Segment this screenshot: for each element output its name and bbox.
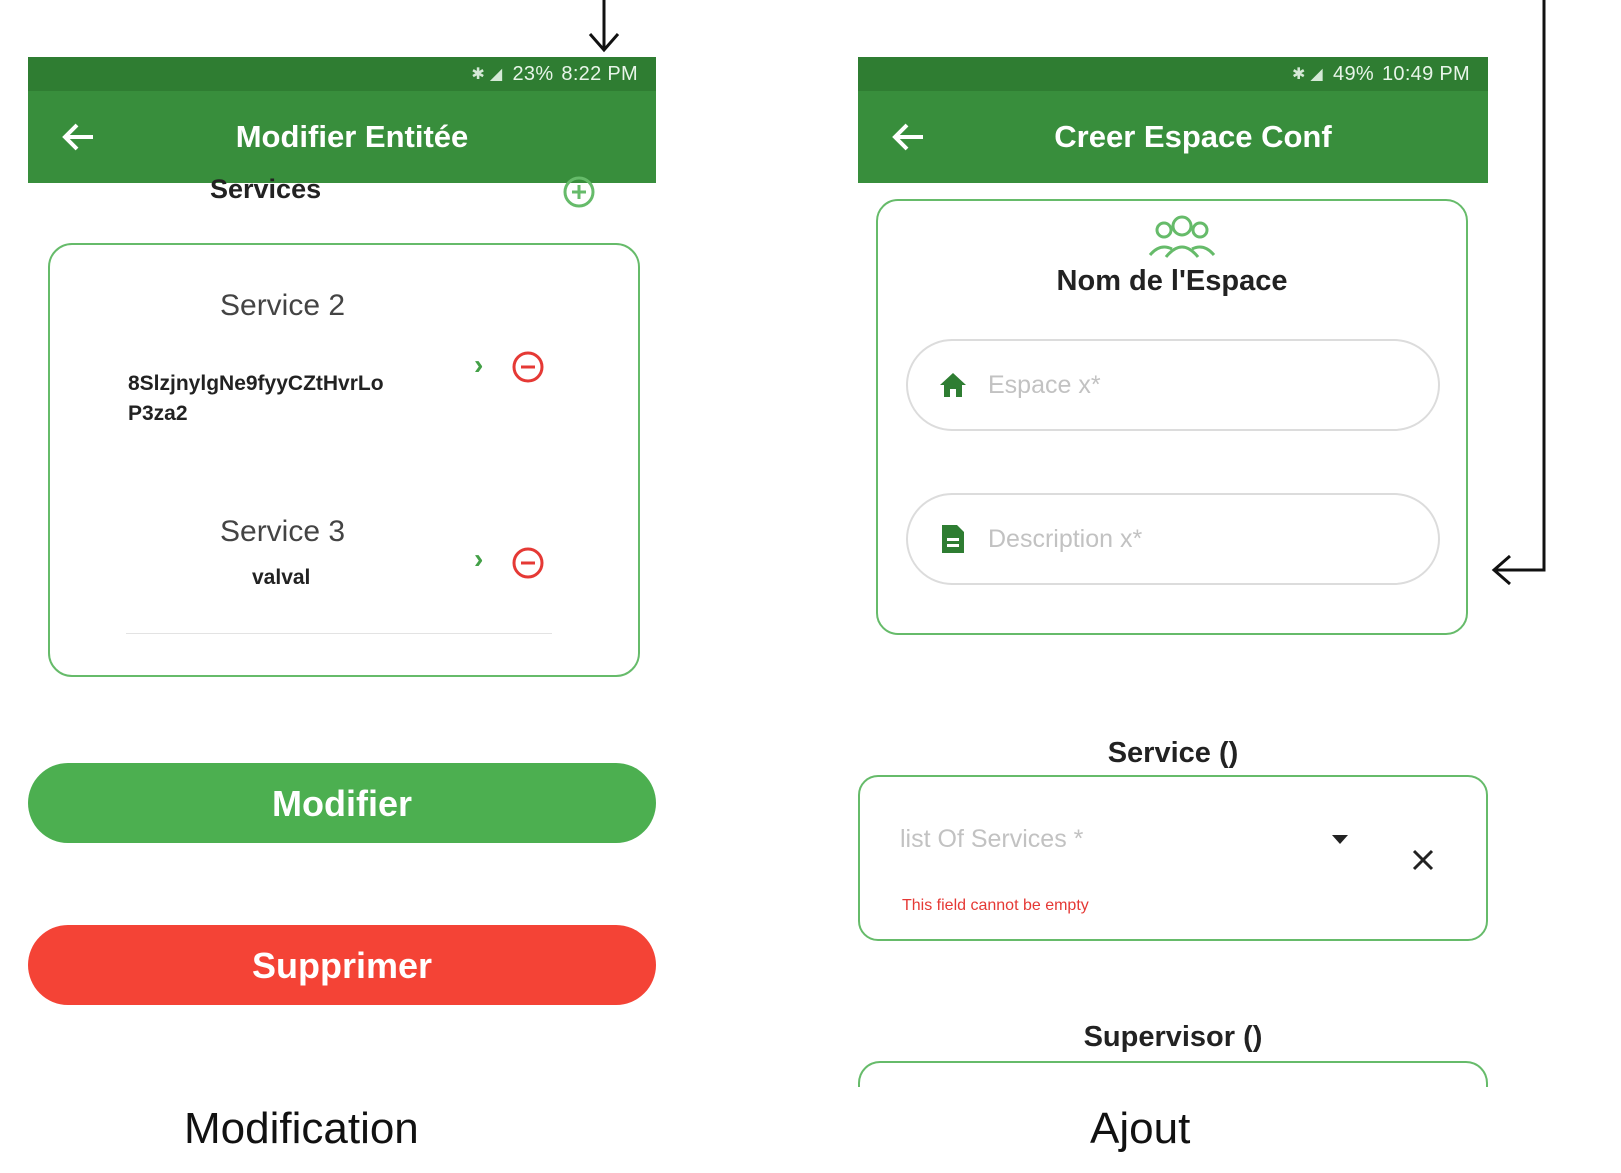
caption-modification: Modification [184, 1104, 419, 1153]
space-name-heading: Nom de l'Espace [1056, 265, 1288, 297]
remove-circle-icon[interactable] [510, 545, 546, 581]
description-placeholder: Description x* [988, 524, 1143, 553]
supervisor-label: Supervisor () [1083, 1021, 1263, 1053]
app-bar: Modifier Entitée [28, 91, 656, 183]
signal-icons: ✱ ◢ [471, 66, 503, 83]
status-time: 10:49 PM [1381, 62, 1470, 85]
space-name-placeholder: Espace x* [988, 370, 1101, 399]
page-title: Creer Espace Conf [1054, 119, 1332, 154]
validation-error: This field cannot be empty [902, 897, 1089, 914]
app-bar: Creer Espace Conf [858, 91, 1488, 183]
add-circle-icon[interactable] [562, 175, 596, 209]
home-icon [936, 368, 970, 402]
space-form-card: Nom de l'Espace Espace x* Description x* [876, 199, 1468, 635]
people-icon [1148, 215, 1216, 258]
battery-level: 23% [512, 62, 554, 85]
delete-button[interactable]: Supprimer [28, 925, 656, 1005]
modify-button[interactable]: Modifier [28, 763, 656, 843]
back-arrow-icon [62, 123, 93, 151]
supervisor-select[interactable] [858, 1061, 1488, 1087]
modify-entity-screen: ✱ ◢ 23% 8:22 PM Modifier Entitée Service… [28, 57, 656, 1087]
service-label: Service () [1107, 737, 1239, 769]
services-label: Services [210, 174, 322, 204]
battery-level: 49% [1333, 62, 1374, 85]
description-input[interactable]: Description x* [906, 493, 1440, 585]
status-bar: ✱ ◢ 49% 10:49 PM [858, 57, 1488, 91]
space-name-input[interactable]: Espace x* [906, 339, 1440, 431]
signal-icons: ✱ ◢ [1291, 66, 1324, 83]
service-select[interactable]: list Of Services * This field cannot be … [858, 775, 1488, 941]
chevron-right-icon[interactable]: › [474, 543, 483, 575]
document-icon [936, 522, 970, 556]
services-card: Service 2 8SlzjnylgNe9fyyCZtHvrLo P3za2 … [48, 243, 640, 677]
status-time: 8:22 PM [561, 62, 638, 85]
service-name: Service 2 [220, 289, 346, 322]
list-divider [126, 633, 552, 634]
dropdown-arrow-icon[interactable] [1330, 833, 1350, 845]
caption-ajout: Ajout [1090, 1104, 1191, 1153]
status-bar: ✱ ◢ 23% 8:22 PM [28, 57, 656, 91]
page-title: Modifier Entitée [235, 119, 469, 154]
services-placeholder: list Of Services * [900, 825, 1084, 853]
service-value: valval [252, 566, 311, 589]
back-arrow-icon [892, 123, 923, 151]
chevron-right-icon[interactable]: › [474, 349, 483, 381]
create-space-screen: ✱ ◢ 49% 10:49 PM Creer Espace Conf Nom d… [858, 57, 1488, 1087]
back-button[interactable] [58, 117, 98, 157]
remove-circle-icon[interactable] [510, 349, 546, 385]
service-name: Service 3 [220, 515, 346, 548]
service-value: 8SlzjnylgNe9fyyCZtHvrLo P3za2 [128, 372, 384, 425]
back-button[interactable] [888, 117, 928, 157]
close-icon[interactable] [1408, 845, 1438, 875]
return-arrow [1491, 0, 1546, 586]
down-arrow [588, 0, 620, 53]
